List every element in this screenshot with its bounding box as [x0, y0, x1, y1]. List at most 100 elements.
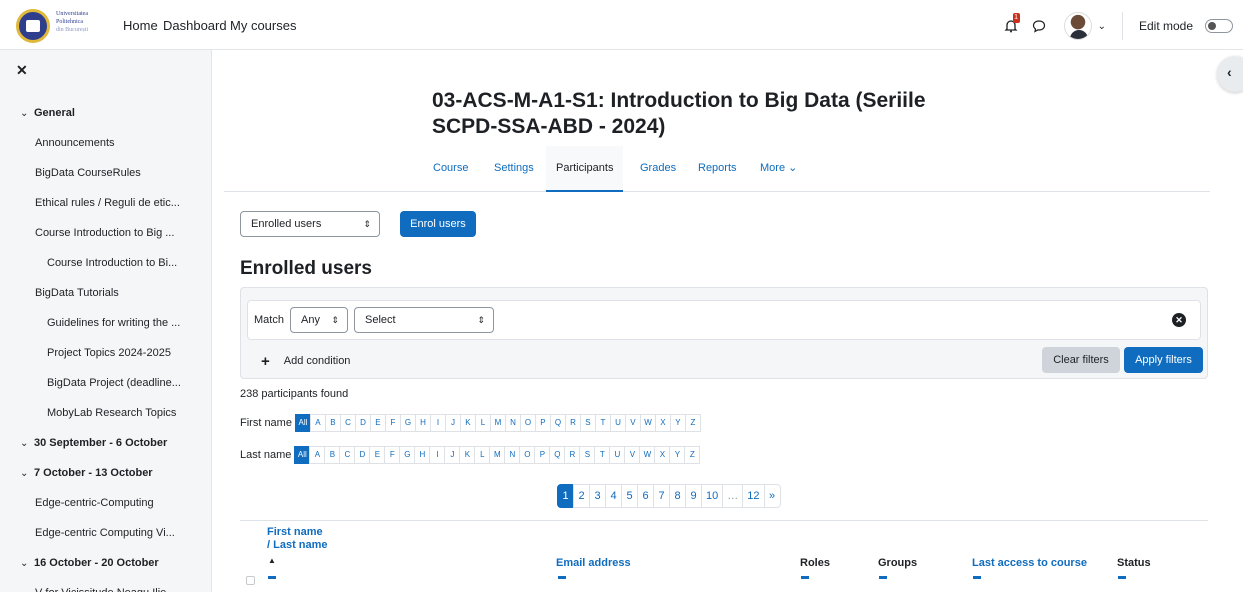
tab-participants[interactable]: Participants — [546, 146, 624, 192]
filter-type-select[interactable]: Select ⇕ — [354, 307, 494, 333]
column-email-hide-icon[interactable] — [558, 576, 566, 579]
chevron-down-icon[interactable]: ⌄ — [20, 459, 34, 488]
tab-reports[interactable]: Reports — [698, 146, 737, 192]
select-all-checkbox[interactable] — [246, 576, 255, 585]
first-initial-letter[interactable]: U — [609, 414, 626, 432]
first-initial-letter[interactable]: H — [414, 414, 431, 432]
last-initial-letter[interactable]: V — [624, 446, 641, 464]
pagination-page[interactable]: 3 — [589, 484, 606, 508]
last-initial-letter[interactable]: R — [564, 446, 581, 464]
clear-filters-button[interactable]: Clear filters — [1042, 347, 1120, 373]
sidebar-item[interactable]: Announcements — [0, 128, 212, 158]
messages-button[interactable] — [1028, 15, 1050, 37]
last-initial-letter[interactable]: O — [519, 446, 536, 464]
first-initial-letter[interactable]: F — [384, 414, 401, 432]
last-initial-letter[interactable]: M — [489, 446, 506, 464]
first-initial-letter[interactable]: V — [624, 414, 641, 432]
pagination-next[interactable]: » — [763, 484, 781, 508]
first-initial-letter[interactable]: C — [339, 414, 356, 432]
pagination-page[interactable]: 10 — [701, 484, 724, 508]
column-status-hide-icon[interactable] — [1118, 576, 1126, 579]
sidebar-item[interactable]: Course Introduction to Big ... — [0, 218, 212, 248]
sidebar-section[interactable]: ⌄ 16 October - 20 October — [0, 548, 212, 578]
first-initial-all[interactable]: All — [294, 414, 311, 432]
remove-filter-icon[interactable]: ✕ — [1172, 313, 1186, 327]
sidebar-item[interactable]: BigData Tutorials — [0, 278, 212, 308]
sidebar-item[interactable]: Course Introduction to Bi... — [0, 248, 212, 278]
first-initial-letter[interactable]: D — [354, 414, 371, 432]
last-initial-letter[interactable]: L — [474, 446, 491, 464]
first-initial-letter[interactable]: S — [579, 414, 596, 432]
last-initial-letter[interactable]: K — [459, 446, 476, 464]
first-initial-letter[interactable]: Q — [549, 414, 566, 432]
last-initial-letter[interactable]: A — [309, 446, 326, 464]
tab-settings[interactable]: Settings — [494, 146, 534, 192]
first-initial-letter[interactable]: T — [594, 414, 611, 432]
first-initial-letter[interactable]: G — [399, 414, 416, 432]
first-initial-letter[interactable]: I — [429, 414, 446, 432]
last-initial-letter[interactable]: W — [639, 446, 656, 464]
match-select[interactable]: Any ⇕ — [290, 307, 348, 333]
sidebar-section[interactable]: ⌄ General — [0, 98, 212, 128]
first-initial-letter[interactable]: Y — [669, 414, 686, 432]
pagination-page[interactable]: 9 — [685, 484, 702, 508]
first-initial-letter[interactable]: W — [639, 414, 656, 432]
last-initial-letter[interactable]: D — [354, 446, 371, 464]
pagination-page[interactable]: 2 — [573, 484, 590, 508]
sidebar-section[interactable]: ⌄ 30 September - 6 October — [0, 428, 212, 458]
first-initial-letter[interactable]: P — [534, 414, 551, 432]
first-initial-letter[interactable]: X — [654, 414, 671, 432]
sidebar-item[interactable]: Guidelines for writing the ... — [0, 308, 212, 338]
last-initial-letter[interactable]: P — [534, 446, 551, 464]
first-initial-letter[interactable]: M — [489, 414, 506, 432]
chevron-down-icon[interactable]: ⌄ — [20, 549, 34, 578]
last-initial-letter[interactable]: H — [414, 446, 431, 464]
first-initial-letter[interactable]: K — [459, 414, 476, 432]
pagination-page[interactable]: 8 — [669, 484, 686, 508]
column-name-hide-icon[interactable] — [268, 576, 276, 579]
first-initial-letter[interactable]: R — [564, 414, 581, 432]
first-initial-letter[interactable]: N — [504, 414, 521, 432]
column-roles-hide-icon[interactable] — [801, 576, 809, 579]
pagination-page[interactable]: 5 — [621, 484, 638, 508]
sidebar-item[interactable]: BigData CourseRules — [0, 158, 212, 188]
user-avatar[interactable] — [1063, 12, 1092, 40]
participants-page-selector[interactable]: Enrolled users ⇕ — [240, 211, 380, 237]
last-initial-letter[interactable]: F — [384, 446, 401, 464]
tab-course[interactable]: Course — [433, 146, 468, 192]
column-last-access[interactable]: Last access to course — [972, 557, 1087, 570]
notifications-button[interactable]: 1 — [1000, 13, 1022, 37]
last-initial-letter[interactable]: B — [324, 446, 341, 464]
add-condition-button[interactable]: + Add condition — [261, 353, 350, 370]
tab-grades[interactable]: Grades — [640, 146, 676, 192]
sidebar-item[interactable]: MobyLab Research Topics — [0, 398, 212, 428]
first-initial-letter[interactable]: A — [309, 414, 326, 432]
first-initial-letter[interactable]: O — [519, 414, 536, 432]
pagination-page[interactable]: 1 — [557, 484, 574, 508]
chevron-down-icon[interactable]: ⌄ — [20, 99, 34, 128]
sidebar-item[interactable]: Edge-centric Computing Vi... — [0, 518, 212, 548]
university-logo[interactable] — [16, 9, 50, 43]
chevron-down-icon[interactable]: ⌄ — [20, 429, 34, 458]
column-last-access-hide-icon[interactable] — [973, 576, 981, 579]
pagination-page[interactable]: 4 — [605, 484, 622, 508]
last-initial-letter[interactable]: Z — [684, 446, 701, 464]
sidebar-section[interactable]: ⌄ 7 October - 13 October — [0, 458, 212, 488]
last-initial-letter[interactable]: N — [504, 446, 521, 464]
last-initial-letter[interactable]: T — [594, 446, 611, 464]
column-email[interactable]: Email address — [556, 557, 631, 570]
last-initial-letter[interactable]: G — [399, 446, 416, 464]
chevron-down-icon[interactable]: ⌄ — [1098, 21, 1106, 32]
column-groups-hide-icon[interactable] — [879, 576, 887, 579]
apply-filters-button[interactable]: Apply filters — [1124, 347, 1203, 373]
first-initial-letter[interactable]: L — [474, 414, 491, 432]
nav-my-courses[interactable]: My courses — [230, 18, 296, 33]
sidebar-item[interactable]: Project Topics 2024-2025 — [0, 338, 212, 368]
last-initial-letter[interactable]: J — [444, 446, 461, 464]
tab-more[interactable]: More ⌄ — [760, 146, 797, 192]
first-initial-letter[interactable]: Z — [684, 414, 701, 432]
pagination-page[interactable]: 7 — [653, 484, 670, 508]
column-first-name[interactable]: First name / Last name — [267, 526, 328, 552]
pagination-page[interactable]: 12 — [742, 484, 765, 508]
first-initial-letter[interactable]: J — [444, 414, 461, 432]
